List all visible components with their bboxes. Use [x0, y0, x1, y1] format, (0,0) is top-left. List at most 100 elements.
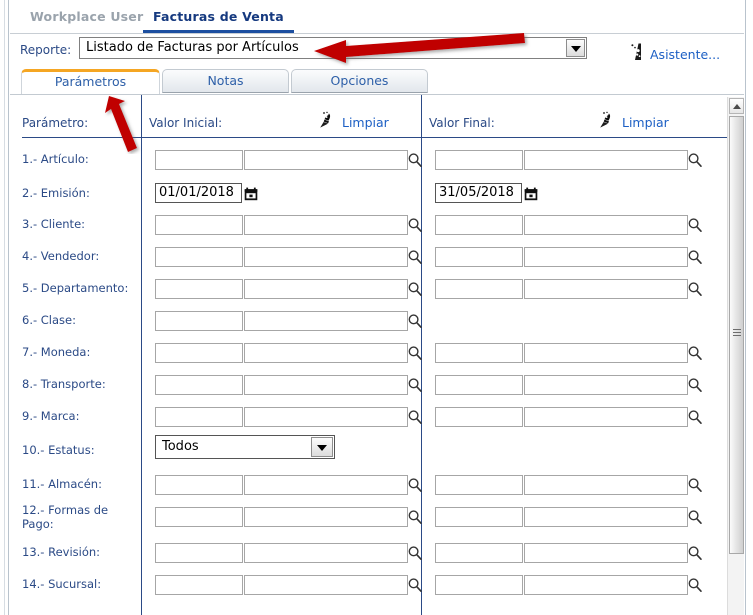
clear-initial-button[interactable]: Limpiar [318, 111, 389, 133]
initial-date-input-2[interactable]: 01/01/2018 [155, 183, 242, 203]
scroll-up-button[interactable] [729, 98, 744, 114]
report-select-dropdown-button[interactable] [566, 39, 585, 57]
initial-description-input-7[interactable] [244, 343, 408, 363]
initial-code-input-12[interactable] [155, 507, 243, 527]
panel-tabstrip: Parámetros Notas Opciones [10, 69, 744, 95]
initial-description-input-13[interactable] [244, 543, 408, 563]
parameter-row-label: 3.- Cliente: [22, 217, 137, 231]
final-code-input-7[interactable] [435, 343, 523, 363]
assistant-button[interactable]: Asistente... [626, 42, 720, 66]
final-code-input-12[interactable] [435, 507, 523, 527]
initial-description-input-3[interactable] [244, 215, 408, 235]
initial-description-input-1[interactable] [244, 150, 408, 170]
final-description-input-11[interactable] [524, 475, 688, 495]
column-header-initial-value: Valor Inicial: [149, 116, 222, 130]
topnav-item-facturas-de-venta[interactable]: Facturas de Venta [143, 6, 294, 33]
final-code-input-9[interactable] [435, 407, 523, 427]
final-code-input-8[interactable] [435, 375, 523, 395]
initial-description-input-9[interactable] [244, 407, 408, 427]
magnifier-icon-final-1[interactable] [687, 152, 703, 168]
magnifier-icon-final-4[interactable] [687, 249, 703, 265]
final-description-input-4[interactable] [524, 247, 688, 267]
tab-parametros[interactable]: Parámetros [21, 69, 160, 95]
magnifier-icon-initial-11[interactable] [407, 477, 423, 493]
magnifier-icon-initial-14[interactable] [407, 577, 423, 593]
scrollbar-thumb[interactable] [729, 116, 744, 554]
calendar-icon-final[interactable] [524, 186, 538, 200]
initial-code-input-9[interactable] [155, 407, 243, 427]
initial-code-input-13[interactable] [155, 543, 243, 563]
final-description-input-5[interactable] [524, 279, 688, 299]
final-description-input-13[interactable] [524, 543, 688, 563]
broom-icon [318, 111, 337, 133]
calendar-icon-initial[interactable] [244, 186, 258, 200]
magnifier-icon-final-14[interactable] [687, 577, 703, 593]
final-description-input-8[interactable] [524, 375, 688, 395]
initial-description-input-8[interactable] [244, 375, 408, 395]
magnifier-icon-initial-13[interactable] [407, 545, 423, 561]
final-code-input-1[interactable] [435, 150, 523, 170]
final-date-input-2[interactable]: 31/05/2018 [435, 183, 522, 203]
final-description-input-7[interactable] [524, 343, 688, 363]
status-select-dropdown-button[interactable] [311, 437, 333, 457]
final-code-input-5[interactable] [435, 279, 523, 299]
magnifier-icon-initial-12[interactable] [407, 509, 423, 525]
initial-description-input-4[interactable] [244, 247, 408, 267]
magnifier-icon-initial-7[interactable] [407, 345, 423, 361]
clear-final-button[interactable]: Limpiar [598, 111, 669, 133]
final-description-input-12[interactable] [524, 507, 688, 527]
final-description-input-3[interactable] [524, 215, 688, 235]
initial-code-input-11[interactable] [155, 475, 243, 495]
final-code-input-13[interactable] [435, 543, 523, 563]
final-code-input-11[interactable] [435, 475, 523, 495]
magnifier-icon-initial-1[interactable] [407, 152, 423, 168]
magnifier-icon-final-11[interactable] [687, 477, 703, 493]
tab-opciones[interactable]: Opciones [291, 69, 428, 93]
magnifier-icon-initial-3[interactable] [407, 217, 423, 233]
magnifier-icon-initial-5[interactable] [407, 281, 423, 297]
initial-description-input-11[interactable] [244, 475, 408, 495]
initial-description-input-6[interactable] [244, 311, 408, 331]
magnifier-icon-final-3[interactable] [687, 217, 703, 233]
magnifier-icon-initial-8[interactable] [407, 377, 423, 393]
initial-description-input-12[interactable] [244, 507, 408, 527]
tab-notas[interactable]: Notas [162, 69, 289, 93]
topnav-item-label: Workplace User [30, 9, 143, 24]
initial-description-input-5[interactable] [244, 279, 408, 299]
magnifier-icon-final-8[interactable] [687, 377, 703, 393]
magnifier-icon-final-9[interactable] [687, 409, 703, 425]
initial-code-input-1[interactable] [155, 150, 243, 170]
magnifier-icon-final-5[interactable] [687, 281, 703, 297]
magnifier-icon-final-13[interactable] [687, 545, 703, 561]
final-description-input-9[interactable] [524, 407, 688, 427]
final-code-input-4[interactable] [435, 247, 523, 267]
report-label: Reporte: [20, 43, 71, 57]
initial-description-input-14[interactable] [244, 575, 408, 595]
window-right-border [745, 0, 753, 615]
grid-divider-parameter [141, 95, 142, 615]
initial-code-input-6[interactable] [155, 311, 243, 331]
parameter-row-label: 7.- Moneda: [22, 345, 137, 359]
initial-code-input-8[interactable] [155, 375, 243, 395]
parameters-grid: Parámetro: Valor Inicial: Valor Final: L… [10, 94, 744, 615]
report-select[interactable]: Listado de Facturas por Artículos [79, 37, 587, 59]
magnifier-icon-initial-9[interactable] [407, 409, 423, 425]
final-code-input-14[interactable] [435, 575, 523, 595]
status-select[interactable]: Todos [155, 435, 335, 459]
final-description-input-14[interactable] [524, 575, 688, 595]
initial-code-input-4[interactable] [155, 247, 243, 267]
magnifier-icon-final-7[interactable] [687, 345, 703, 361]
topnav-item-workplace-user[interactable]: Workplace User [20, 6, 153, 30]
initial-code-input-7[interactable] [155, 343, 243, 363]
vertical-scrollbar[interactable] [727, 97, 744, 615]
parameter-row-label: 4.- Vendedor: [22, 249, 137, 263]
magnifier-icon-initial-4[interactable] [407, 249, 423, 265]
initial-code-input-3[interactable] [155, 215, 243, 235]
magnifier-icon-final-12[interactable] [687, 509, 703, 525]
final-description-input-1[interactable] [524, 150, 688, 170]
magnifier-icon-initial-6[interactable] [407, 313, 423, 329]
initial-code-input-14[interactable] [155, 575, 243, 595]
final-code-input-3[interactable] [435, 215, 523, 235]
initial-code-input-5[interactable] [155, 279, 243, 299]
parameter-row-label: 9.- Marca: [22, 409, 137, 423]
